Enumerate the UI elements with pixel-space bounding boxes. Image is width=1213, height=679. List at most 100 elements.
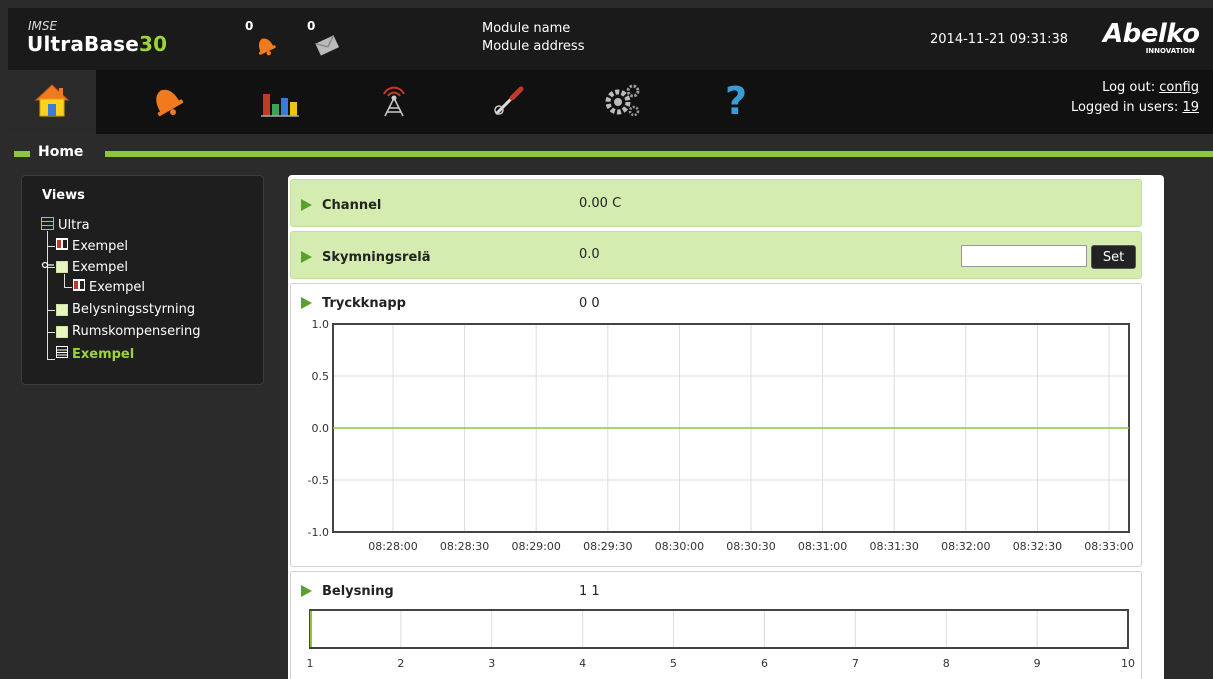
svg-text:?: ? <box>725 80 747 120</box>
logout-link[interactable]: config <box>1159 80 1199 95</box>
tree-root-label: Ultra <box>58 218 90 233</box>
module-name: Module name <box>482 21 571 36</box>
nav-tools[interactable] <box>464 70 552 134</box>
tree-item-label: Rumskompensering <box>72 324 201 339</box>
belysning-card: Belysning 1 1 1 2 3 4 5 6 7 8 9 10 <box>290 571 1142 679</box>
tree-item[interactable]: Exempel <box>73 279 145 295</box>
nav-alarms[interactable] <box>122 70 210 134</box>
y-tick-label: 0.5 <box>312 370 330 383</box>
envelope-icon[interactable] <box>314 32 340 62</box>
logout-label: Log out: <box>1102 80 1160 95</box>
card-name: Skymningsrelä <box>322 249 431 265</box>
gears-icon <box>600 80 644 124</box>
x-tick-label: 08:29:00 <box>511 540 560 553</box>
x-tick-label: 08:30:30 <box>726 540 775 553</box>
belysning-chart: 1 2 3 4 5 6 7 8 9 10 <box>307 609 1135 670</box>
skymningsrela-card: Skymningsrelä 0.0 Set <box>290 231 1142 279</box>
main-panel: Channel 0.00 C Skymningsrelä 0.0 Set Try… <box>288 175 1164 679</box>
bell-icon[interactable] <box>252 32 278 62</box>
folder-square-icon <box>56 325 68 338</box>
tree-item-label: Exempel <box>89 279 146 295</box>
brand-name: UltraBase30 <box>27 32 167 56</box>
logged-users-row: Logged in users: 19 <box>1071 98 1199 118</box>
alarm-count: 0 <box>245 19 254 33</box>
tree-item[interactable]: Rumskompensering <box>56 324 201 339</box>
card-header[interactable]: Belysning <box>301 576 394 606</box>
home-icon <box>32 80 72 124</box>
session-info: Log out: config Logged in users: 19 <box>1071 78 1199 118</box>
y-tick-label: 0.0 <box>312 422 330 435</box>
top-header: IMSE UltraBase30 0 0 Module name Module … <box>8 8 1213 70</box>
x-tick-label: 08:33:00 <box>1084 540 1133 553</box>
logo-main-text: Abelko <box>1103 19 1200 49</box>
card-value: 0.0 <box>579 247 600 262</box>
widget-icon <box>56 238 68 254</box>
y-tick-label: -0.5 <box>308 474 329 487</box>
tree-line <box>47 332 55 333</box>
nav-home[interactable] <box>8 70 96 134</box>
plot-frame <box>309 609 1129 649</box>
x-tick-label: 9 <box>1034 657 1041 670</box>
set-button[interactable]: Set <box>1091 245 1136 269</box>
tree-line <box>47 359 55 360</box>
x-tick-label: 08:28:30 <box>440 540 489 553</box>
expand-arrow-icon <box>301 251 312 263</box>
section-header: Home <box>8 144 1213 164</box>
current-datetime: 2014-11-21 09:31:38 <box>930 32 1069 47</box>
logout-row: Log out: config <box>1071 78 1199 98</box>
x-tick-label: 7 <box>852 657 859 670</box>
tree-line <box>47 231 48 359</box>
channel-card: Channel 0.00 C <box>290 179 1142 227</box>
tree-item[interactable]: Exempel <box>56 238 128 254</box>
folder-square-icon <box>56 261 68 273</box>
views-panel: Views Ultra Exempel Exempel Exempel Bely… <box>21 175 264 385</box>
x-tick-label: 4 <box>579 657 586 670</box>
abelko-logo: Abelko INNOVATION <box>1103 19 1200 55</box>
tools-icon <box>488 80 528 124</box>
nav-communication[interactable] <box>350 70 438 134</box>
help-icon: ? <box>716 79 756 124</box>
card-name: Tryckknapp <box>322 295 406 311</box>
card-value: 0 0 <box>579 296 600 311</box>
x-tick-label: 8 <box>943 657 950 670</box>
x-tick-label: 10 <box>1121 657 1135 670</box>
tree-item-selected[interactable]: Exempel <box>56 346 134 362</box>
tree-line <box>47 310 55 311</box>
tree-line <box>64 274 65 287</box>
expand-arrow-icon <box>301 585 312 597</box>
list-icon <box>56 346 68 362</box>
logo-sub-text: INNOVATION <box>1145 47 1195 55</box>
antenna-icon <box>374 80 414 124</box>
tree-line <box>47 246 55 247</box>
tryckknapp-card: Tryckknapp 0 0 08:28:00 08:28:30 08:29:00 0… <box>290 283 1142 567</box>
widget-icon <box>73 279 85 295</box>
tree-item-label: Exempel <box>72 259 129 275</box>
logged-users-link[interactable]: 19 <box>1182 100 1199 115</box>
logged-users-label: Logged in users: <box>1070 100 1183 115</box>
nav-help[interactable]: ? <box>692 70 780 134</box>
card-header[interactable]: Skymningsrelä <box>301 232 431 282</box>
bar-chart-icon <box>258 80 302 124</box>
tree-item[interactable]: Belysningsstyrning <box>56 302 195 317</box>
tree-item-label: Belysningsstyrning <box>72 302 196 317</box>
module-address: Module address <box>482 39 585 54</box>
expand-pin-icon <box>40 259 54 275</box>
card-name: Belysning <box>322 583 394 599</box>
tree-root[interactable]: Ultra <box>41 217 90 234</box>
tree-item-label: Exempel <box>72 238 129 254</box>
views-title: Views <box>42 188 85 203</box>
tree-line <box>64 287 72 288</box>
x-tick-label: 08:28:00 <box>368 540 417 553</box>
section-bar-left <box>14 151 30 157</box>
brand-name-text: UltraBase <box>27 32 140 56</box>
x-tick-label: 08:32:00 <box>941 540 990 553</box>
tree-item[interactable]: Exempel <box>40 259 128 275</box>
x-tick-label: 08:32:30 <box>1013 540 1062 553</box>
tryckknapp-chart: 08:28:00 08:28:30 08:29:00 08:29:30 08:30:00… <box>308 318 1134 553</box>
page-title: Home <box>38 144 84 160</box>
nav-charts[interactable] <box>236 70 324 134</box>
card-header[interactable]: Channel <box>301 180 381 230</box>
folder-square-icon <box>56 303 68 316</box>
setpoint-input[interactable] <box>961 245 1087 267</box>
nav-settings[interactable] <box>578 70 666 134</box>
